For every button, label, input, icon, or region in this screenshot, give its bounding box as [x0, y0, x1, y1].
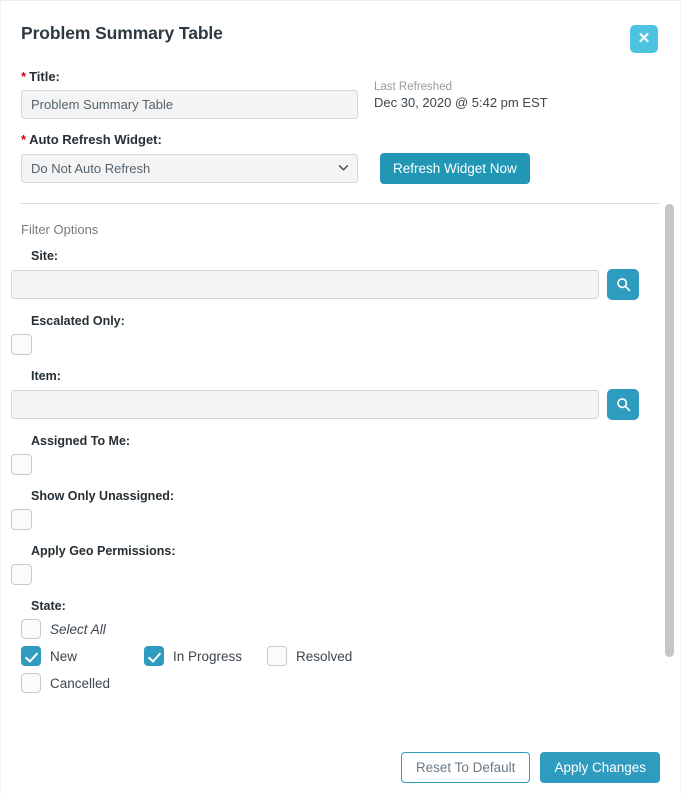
item-input[interactable] — [11, 390, 599, 419]
checkbox-icon[interactable] — [267, 646, 287, 666]
item-label: Item: — [31, 369, 660, 383]
show-only-unassigned-block: Show Only Unassigned: — [31, 489, 660, 503]
title-field-label: *Title: — [21, 69, 660, 85]
refresh-widget-now-button[interactable]: Refresh Widget Now — [380, 153, 530, 184]
close-icon[interactable]: ✕ — [630, 25, 658, 53]
auto-refresh-select-wrap: Do Not Auto Refresh — [21, 154, 358, 183]
item-field-block: Item: — [31, 369, 660, 383]
filter-options-section: Filter Options Site: Escalated Only: — [1, 204, 680, 693]
page-title: Problem Summary Table — [21, 21, 660, 45]
escalated-only-label: Escalated Only: — [31, 314, 660, 328]
state-option-resolved[interactable]: Resolved — [267, 646, 352, 666]
title-label-text: Title: — [29, 69, 60, 84]
site-search-button[interactable] — [607, 269, 639, 300]
show-only-unassigned-checkbox[interactable] — [11, 509, 32, 530]
site-input[interactable] — [11, 270, 599, 299]
state-option-label: In Progress — [173, 649, 242, 664]
site-label: Site: — [31, 249, 660, 263]
item-search-button[interactable] — [607, 389, 639, 420]
state-row-3: Cancelled — [21, 673, 660, 693]
state-block: State: — [31, 599, 660, 613]
state-option-label: Select All — [50, 622, 106, 637]
site-field-block: Site: — [31, 249, 660, 263]
state-option-in-progress[interactable]: In Progress — [144, 646, 267, 666]
reset-to-default-button[interactable]: Reset To Default — [401, 752, 531, 783]
item-search-row — [11, 389, 660, 420]
apply-geo-permissions-block: Apply Geo Permissions: — [31, 544, 660, 558]
scrollbar-thumb[interactable] — [665, 204, 674, 657]
escalated-only-block: Escalated Only: — [31, 314, 660, 328]
apply-geo-permissions-checkbox[interactable] — [11, 564, 32, 585]
assigned-to-me-checkbox[interactable] — [11, 454, 32, 475]
required-marker: * — [21, 69, 26, 84]
last-refreshed-block: Last Refreshed Dec 30, 2020 @ 5:42 pm ES… — [374, 80, 548, 110]
escalated-only-checkbox[interactable] — [11, 334, 32, 355]
state-checkbox-group: Select All New In Progress Resolved — [21, 619, 660, 693]
widget-settings-dialog: Problem Summary Table ✕ *Title: Last Ref… — [0, 0, 681, 793]
search-icon — [616, 277, 631, 292]
state-option-select-all[interactable]: Select All — [21, 619, 106, 639]
state-row-1: Select All — [21, 619, 660, 639]
title-input[interactable] — [21, 90, 358, 119]
state-option-new[interactable]: New — [21, 646, 144, 666]
checkbox-icon[interactable] — [21, 673, 41, 693]
state-option-label: Cancelled — [50, 676, 110, 691]
last-refreshed-value: Dec 30, 2020 @ 5:42 pm EST — [374, 95, 548, 110]
required-marker: * — [21, 132, 26, 147]
assigned-to-me-block: Assigned To Me: — [31, 434, 660, 448]
site-search-row — [11, 269, 660, 300]
dialog-footer: Reset To Default Apply Changes — [1, 752, 680, 783]
apply-changes-button[interactable]: Apply Changes — [540, 752, 660, 783]
auto-refresh-label-text: Auto Refresh Widget: — [29, 132, 162, 147]
dialog-header: Problem Summary Table ✕ — [1, 1, 680, 69]
last-refreshed-label: Last Refreshed — [374, 80, 548, 95]
state-option-cancelled[interactable]: Cancelled — [21, 673, 110, 693]
title-row: Last Refreshed Dec 30, 2020 @ 5:42 pm ES… — [21, 90, 660, 119]
show-only-unassigned-label: Show Only Unassigned: — [31, 489, 660, 503]
checkbox-icon[interactable] — [21, 619, 41, 639]
filter-options-label: Filter Options — [21, 222, 660, 237]
assigned-to-me-label: Assigned To Me: — [31, 434, 660, 448]
auto-refresh-label: *Auto Refresh Widget: — [21, 132, 660, 148]
apply-geo-permissions-label: Apply Geo Permissions: — [31, 544, 660, 558]
scrollbar-track[interactable] — [665, 204, 674, 659]
state-label: State: — [31, 599, 660, 613]
search-icon — [616, 397, 631, 412]
state-option-label: Resolved — [296, 649, 352, 664]
auto-refresh-select[interactable]: Do Not Auto Refresh — [21, 154, 358, 183]
checkbox-checked-icon[interactable] — [144, 646, 164, 666]
auto-refresh-row: Do Not Auto Refresh Refresh Widget Now — [21, 153, 660, 184]
top-form: *Title: Last Refreshed Dec 30, 2020 @ 5:… — [1, 69, 680, 184]
checkbox-checked-icon[interactable] — [21, 646, 41, 666]
state-row-2: New In Progress Resolved — [21, 646, 660, 666]
state-option-label: New — [50, 649, 77, 664]
